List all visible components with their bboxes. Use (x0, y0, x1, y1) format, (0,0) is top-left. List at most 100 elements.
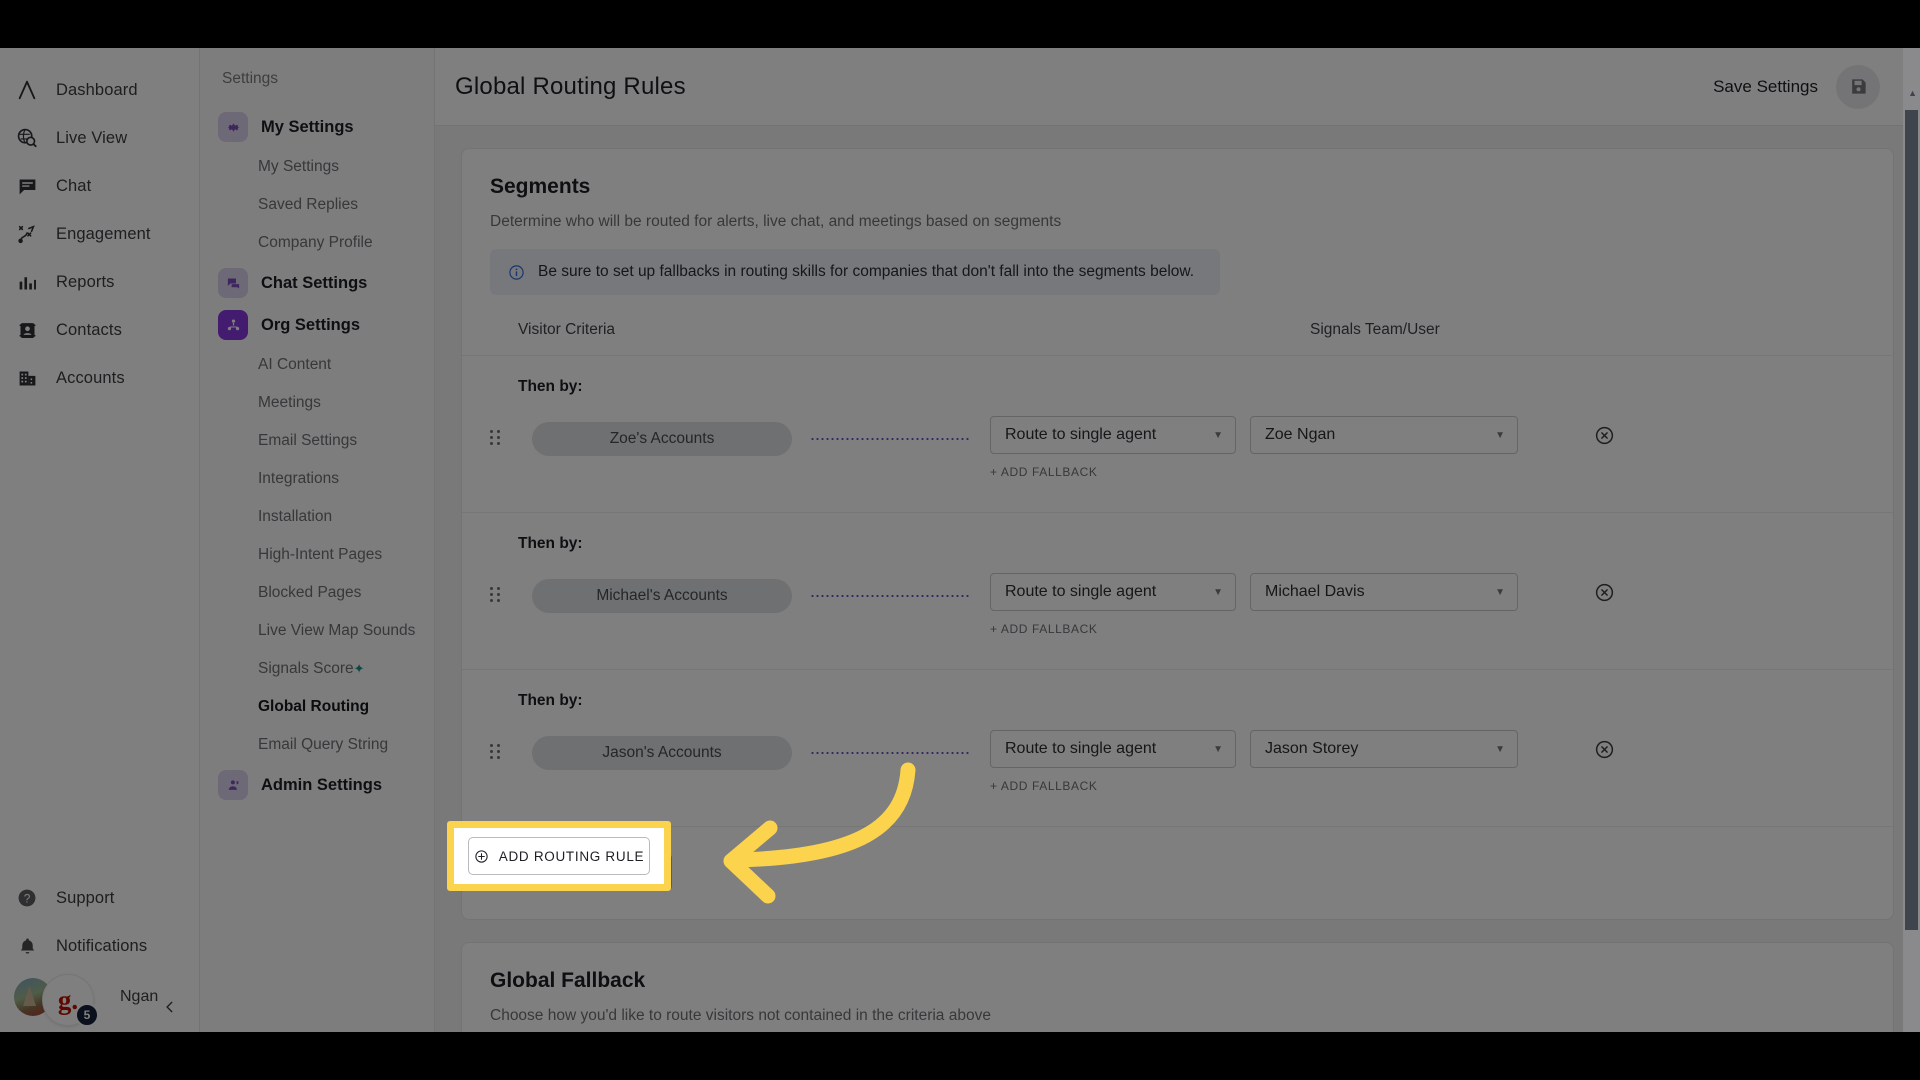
route-action-select[interactable]: Route to single agent ▼ (990, 416, 1236, 454)
grammarly-badge[interactable]: g. 5 (42, 974, 99, 1027)
sidebar-item-engagement[interactable]: Engagement (0, 210, 199, 258)
add-routing-rule-button-highlighted[interactable]: ADD ROUTING RULE (468, 837, 650, 875)
chevron-down-icon: ▼ (1495, 743, 1505, 755)
scrollbar-up-arrow-icon[interactable]: ▲ (1908, 88, 1917, 98)
sidebar-item-chat[interactable]: Chat (0, 162, 199, 210)
settings-subitem-label: Signals Score (258, 660, 354, 677)
settings-group-label: Org Settings (261, 315, 361, 334)
settings-subitem-blocked-pages[interactable]: Blocked Pages (200, 574, 434, 612)
agent-select[interactable]: Jason Storey ▼ (1250, 730, 1518, 768)
drag-handle-icon[interactable] (490, 430, 508, 445)
settings-subitem-integrations[interactable]: Integrations (200, 460, 434, 498)
add-routing-rule-label: ADD ROUTING RULE (498, 848, 645, 864)
chat-bubble-icon (14, 173, 40, 199)
segment-chip[interactable]: Jason's Accounts (532, 736, 792, 770)
sidebar-item-label: Support (56, 888, 115, 907)
drag-handle-icon[interactable] (490, 587, 508, 602)
remove-rule-button[interactable] (1594, 582, 1616, 604)
settings-subitem-meetings[interactable]: Meetings (200, 384, 434, 422)
settings-subitem-email-settings[interactable]: Email Settings (200, 422, 434, 460)
remove-rule-button[interactable] (1594, 739, 1616, 761)
highlight-box: ADD ROUTING RULE (447, 821, 671, 891)
agent-value: Zoe Ngan (1265, 426, 1336, 443)
settings-subitem-email-query-string[interactable]: Email Query String (200, 726, 434, 764)
table-row: Then by: Zoe's Accounts Route to single … (462, 356, 1893, 513)
drag-handle-icon[interactable] (490, 744, 508, 759)
settings-subitem-signals-score[interactable]: Signals Score ✦ (200, 650, 434, 688)
settings-group-my-settings[interactable]: My Settings (200, 106, 434, 148)
contact-card-icon (14, 317, 40, 343)
rule-line: Zoe's Accounts Route to single agent ▼ Z… (490, 416, 1865, 512)
bell-icon (14, 933, 40, 959)
fallback-notice-text: Be sure to set up fallbacks in routing s… (538, 263, 1195, 280)
app-viewport: Dashboard Live View Chat Engagement Repo… (0, 48, 1920, 1032)
sidebar-item-notifications[interactable]: Notifications (0, 922, 199, 970)
svg-text:?: ? (24, 892, 31, 906)
agent-select[interactable]: Zoe Ngan ▼ (1250, 416, 1518, 454)
floppy-disk-icon (1851, 79, 1866, 94)
add-fallback-button[interactable]: + ADD FALLBACK (990, 465, 1518, 479)
settings-group-org-settings[interactable]: Org Settings (200, 304, 434, 346)
save-settings-button[interactable] (1836, 64, 1880, 109)
left-nav-secondary: ? Support Notifications g. 5 Ngan (0, 874, 199, 1032)
sidebar-item-label: Notifications (56, 936, 148, 955)
collapse-sidebar-button[interactable] (159, 996, 181, 1018)
segment-chip[interactable]: Michael's Accounts (532, 579, 792, 613)
rule-line: Jason's Accounts Route to single agent ▼… (490, 730, 1865, 826)
table-row: Then by: Michael's Accounts Route to sin… (462, 513, 1893, 670)
segments-card-header: Segments Determine who will be routed fo… (462, 175, 1893, 295)
column-header-signals-team-user: Signals Team/User (1310, 321, 1440, 338)
segments-heading: Segments (490, 175, 591, 198)
rule-line: Michael's Accounts Route to single agent… (490, 573, 1865, 669)
sidebar-item-label: Engagement (56, 224, 151, 243)
route-action-select[interactable]: Route to single agent ▼ (990, 730, 1236, 768)
agent-select[interactable]: Michael Davis ▼ (1250, 573, 1518, 611)
left-nav: Dashboard Live View Chat Engagement Repo… (0, 48, 200, 1032)
sidebar-item-reports[interactable]: Reports (0, 258, 199, 306)
settings-group-label: Chat Settings (261, 273, 368, 292)
question-circle-icon: ? (14, 885, 40, 911)
add-routing-rule-zone: ADD ROUTING RULE (462, 827, 1893, 919)
settings-subitem-my-settings[interactable]: My Settings (200, 148, 434, 186)
add-fallback-button[interactable]: + ADD FALLBACK (990, 779, 1518, 793)
sidebar-item-label: Dashboard (56, 80, 138, 99)
segments-card: Segments Determine who will be routed fo… (461, 148, 1894, 920)
remove-rule-button[interactable] (1594, 425, 1616, 447)
settings-subitem-high-intent-pages[interactable]: High-Intent Pages (200, 536, 434, 574)
settings-subitem-global-routing[interactable]: Global Routing (200, 688, 434, 726)
sidebar-item-live-view[interactable]: Live View (0, 114, 199, 162)
settings-nav-title: Settings (222, 70, 279, 87)
globe-search-icon (14, 125, 40, 151)
left-nav-primary: Dashboard Live View Chat Engagement Repo… (0, 66, 199, 402)
sidebar-item-accounts[interactable]: Accounts (0, 354, 199, 402)
save-settings-label[interactable]: Save Settings (1713, 77, 1818, 97)
add-fallback-button[interactable]: + ADD FALLBACK (990, 622, 1518, 636)
chevron-down-icon: ▼ (1495, 429, 1505, 441)
settings-subitem-saved-replies[interactable]: Saved Replies (200, 186, 434, 224)
settings-group-chat-settings[interactable]: Chat Settings (200, 262, 434, 304)
chat-settings-icon (218, 268, 248, 298)
settings-subitem-live-view-map-sounds[interactable]: Live View Map Sounds (200, 612, 434, 650)
close-circle-icon (1595, 583, 1614, 602)
fallback-notice-banner: Be sure to set up fallbacks in routing s… (490, 249, 1220, 295)
sidebar-item-dashboard[interactable]: Dashboard (0, 66, 199, 114)
close-circle-icon (1595, 740, 1614, 759)
close-circle-icon (1595, 426, 1614, 445)
route-action-select[interactable]: Route to single agent ▼ (990, 573, 1236, 611)
page-header: Global Routing Rules Save Settings (435, 48, 1920, 126)
table-row: Then by: Jason's Accounts Route to singl… (462, 670, 1893, 827)
agent-value: Michael Davis (1265, 583, 1365, 600)
save-settings-group: Save Settings (1713, 64, 1880, 109)
vertical-scrollbar-thumb[interactable] (1905, 110, 1918, 930)
settings-subitem-ai-content[interactable]: AI Content (200, 346, 434, 384)
settings-subitem-company-profile[interactable]: Company Profile (200, 224, 434, 262)
rules-column-headers: Visitor Criteria Signals Team/User (462, 321, 1893, 356)
segment-chip[interactable]: Zoe's Accounts (532, 422, 792, 456)
connector-dotted-line (810, 752, 970, 754)
settings-subitem-installation[interactable]: Installation (200, 498, 434, 536)
sidebar-item-support[interactable]: ? Support (0, 874, 199, 922)
sidebar-item-contacts[interactable]: Contacts (0, 306, 199, 354)
building-icon (14, 365, 40, 391)
sidebar-item-label: Accounts (56, 368, 125, 387)
settings-group-admin-settings[interactable]: Admin Settings (200, 764, 434, 806)
